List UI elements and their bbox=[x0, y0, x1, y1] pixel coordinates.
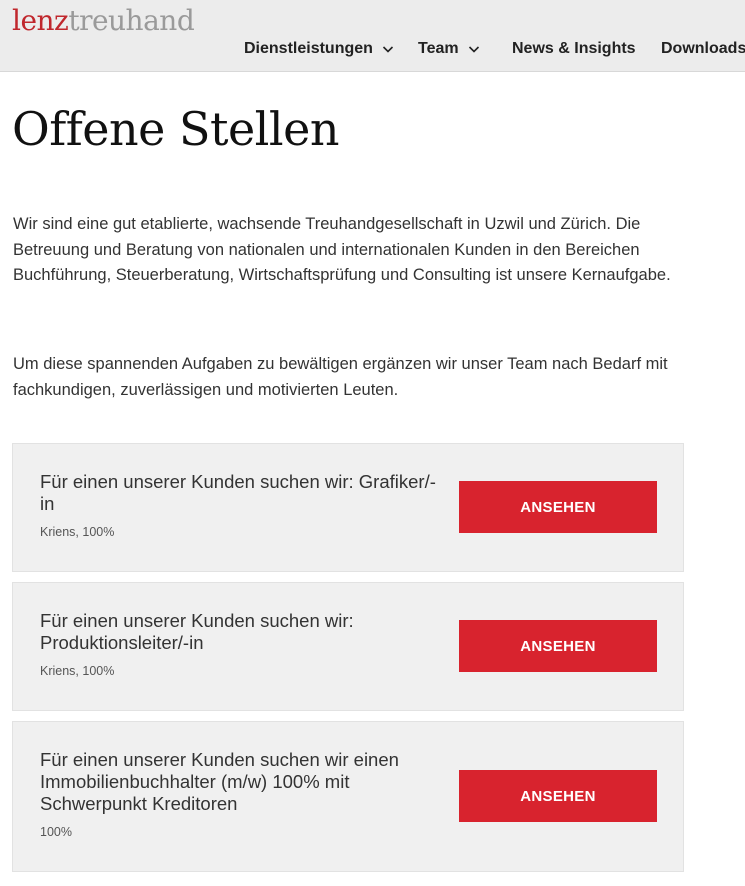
nav-item-news-insights[interactable]: News & Insights bbox=[512, 36, 636, 62]
job-card: Für einen unserer Kunden suchen wir: Gra… bbox=[12, 443, 684, 572]
nav-label-news-insights: News & Insights bbox=[512, 40, 636, 57]
nav-item-team[interactable]: Team bbox=[418, 36, 481, 62]
chevron-down-icon bbox=[381, 42, 395, 56]
nav-label-dienstleistungen: Dienstleistungen bbox=[244, 40, 373, 57]
job-title[interactable]: Für einen unserer Kunden suchen wir: Pro… bbox=[40, 610, 440, 654]
nav-label-team: Team bbox=[418, 40, 459, 57]
job-card: Für einen unserer Kunden suchen wir: Pro… bbox=[12, 582, 684, 711]
view-job-button[interactable]: ANSEHEN bbox=[459, 620, 657, 672]
main-nav: Dienstleistungen Team News & Insights Do… bbox=[0, 36, 745, 62]
logo[interactable]: lenztreuhand bbox=[12, 4, 195, 38]
nav-item-dienstleistungen[interactable]: Dienstleistungen bbox=[244, 36, 395, 62]
job-meta: Kriens, 100% bbox=[40, 525, 115, 539]
job-title[interactable]: Für einen unserer Kunden suchen wir: Gra… bbox=[40, 471, 440, 515]
nav-label-downloads: Downloads bbox=[661, 40, 745, 57]
job-meta: 100% bbox=[40, 825, 72, 839]
intro-paragraph-1: Wir sind eine gut etablierte, wachsende … bbox=[13, 215, 671, 284]
intro-paragraph-2: Um diese spannenden Aufgaben zu bewältig… bbox=[13, 355, 668, 399]
nav-item-downloads[interactable]: Downloads bbox=[661, 36, 745, 62]
job-meta: Kriens, 100% bbox=[40, 664, 115, 678]
logo-part-lenz: lenz bbox=[12, 4, 69, 37]
job-card: Für einen unserer Kunden suchen wir eine… bbox=[12, 721, 684, 872]
page-title: Offene Stellen bbox=[12, 102, 339, 156]
site-header: lenztreuhand Dienstleistungen Team News … bbox=[0, 0, 745, 72]
chevron-down-icon bbox=[467, 42, 481, 56]
job-title[interactable]: Für einen unserer Kunden suchen wir eine… bbox=[40, 749, 440, 815]
logo-part-treuhand: treuhand bbox=[68, 4, 195, 37]
view-job-button[interactable]: ANSEHEN bbox=[459, 770, 657, 822]
view-job-button[interactable]: ANSEHEN bbox=[459, 481, 657, 533]
